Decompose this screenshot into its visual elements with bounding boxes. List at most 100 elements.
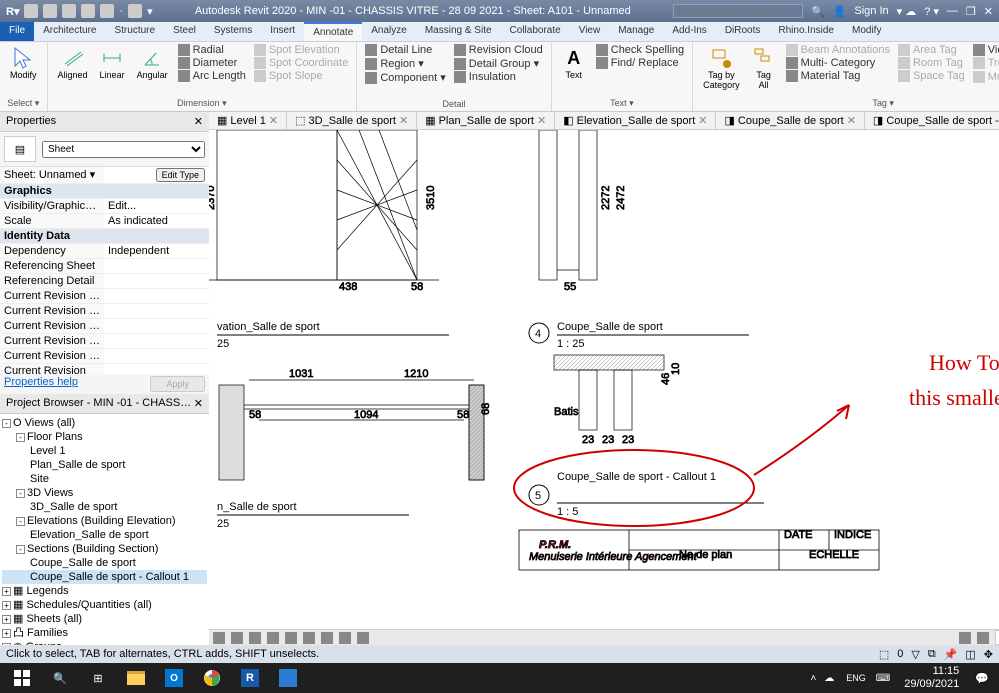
qat-measure-icon[interactable]: [128, 4, 142, 18]
infocenter-icon[interactable]: 🔍: [811, 5, 825, 18]
text-button[interactable]: AText: [558, 44, 590, 83]
prop-row[interactable]: Current Revision Des...: [0, 349, 209, 364]
tree-node[interactable]: Plan_Salle de sport: [2, 458, 207, 472]
tree-node[interactable]: Coupe_Salle de sport: [2, 556, 207, 570]
task-revit-icon[interactable]: R: [232, 664, 268, 692]
filter-icon[interactable]: ▽: [911, 648, 919, 661]
prop-row[interactable]: Current Revision Issu...: [0, 319, 209, 334]
edit-type-button[interactable]: Edit Type: [156, 168, 205, 182]
menu-tab-manage[interactable]: Manage: [609, 22, 663, 41]
help-search-input[interactable]: [673, 4, 803, 18]
find-replace-button[interactable]: Find/ Replace: [594, 57, 686, 69]
tag-all-button[interactable]: Tag All: [748, 44, 780, 93]
tree-node[interactable]: Level 1: [2, 444, 207, 458]
start-button[interactable]: [4, 664, 40, 692]
prop-row[interactable]: Current Revision Issu...: [0, 289, 209, 304]
task-view-icon[interactable]: ⊞: [80, 664, 116, 692]
tree-node[interactable]: +▦ Sheets (all): [2, 612, 207, 626]
window-minimize-icon[interactable]: —: [947, 5, 958, 17]
selection-count-icon[interactable]: ⬚: [879, 648, 889, 661]
task-outlook-icon[interactable]: O: [156, 664, 192, 692]
tree-node[interactable]: +▦ Legends: [2, 584, 207, 598]
multi-category-button[interactable]: Multi- Category: [784, 57, 892, 69]
signin-icon[interactable]: 👤: [833, 5, 847, 18]
tray-chevron-icon[interactable]: ˄: [810, 673, 816, 684]
tray-notifications-icon[interactable]: 💬: [969, 672, 995, 685]
drag-elements-icon[interactable]: ✥: [984, 648, 993, 661]
reveal-icon[interactable]: [357, 632, 369, 644]
type-selector-thumb[interactable]: ▤: [4, 136, 36, 162]
properties-close-icon[interactable]: ✕: [194, 115, 203, 128]
signin-label[interactable]: Sign In: [854, 5, 888, 17]
select-panel-label[interactable]: Select ▾: [6, 97, 41, 109]
view-reference-button[interactable]: View Reference: [971, 44, 999, 56]
menu-tab-massingsite[interactable]: Massing & Site: [416, 22, 501, 41]
text-panel-label[interactable]: Text ▾: [558, 97, 686, 109]
menu-tab-annotate[interactable]: Annotate: [304, 22, 362, 41]
window-restore-icon[interactable]: ❐: [966, 5, 976, 18]
task-chrome-icon[interactable]: [194, 664, 230, 692]
view-tab[interactable]: ◨Coupe_Salle de sport✕: [716, 112, 864, 129]
tray-keyboard-icon[interactable]: ⌨: [872, 673, 894, 684]
prop-row[interactable]: Current Revision Date: [0, 334, 209, 349]
tree-node[interactable]: Elevation_Salle de sport: [2, 528, 207, 542]
qat-print-icon[interactable]: [100, 4, 114, 18]
qat-save-icon[interactable]: [43, 4, 57, 18]
dimension-panel-label[interactable]: Dimension ▾: [54, 97, 351, 109]
project-browser[interactable]: -O Views (all)-Floor PlansLevel 1Plan_Sa…: [0, 414, 209, 645]
tab-close-icon[interactable]: ✕: [269, 114, 278, 127]
qat-redo-icon[interactable]: [81, 4, 95, 18]
task-explorer-icon[interactable]: [118, 664, 154, 692]
task-search-icon[interactable]: 🔍: [42, 664, 78, 692]
detail-line-button[interactable]: Detail Line: [363, 44, 447, 56]
detail-group-button[interactable]: Detail Group ▾: [452, 57, 545, 70]
view-tab[interactable]: ⬚3D_Salle de sport✕: [287, 112, 417, 129]
prop-row[interactable]: Current Revision: [0, 364, 209, 374]
check-spelling-button[interactable]: Check Spelling: [594, 44, 686, 56]
tree-node[interactable]: +◉ Groups: [2, 640, 207, 645]
tab-close-icon[interactable]: ✕: [537, 114, 546, 127]
tray-lang[interactable]: ENG: [842, 673, 870, 683]
instance-filter[interactable]: Sheet: Unnamed ▾Edit Type: [0, 167, 209, 184]
drawing-canvas[interactable]: 2370 3510 438 58 2272 2472 55 vation_Sal…: [209, 130, 999, 629]
menu-tab-steel[interactable]: Steel: [164, 22, 205, 41]
select-faces-icon[interactable]: ◫: [965, 648, 975, 661]
menu-tab-architecture[interactable]: Architecture: [34, 22, 105, 41]
angular-dim-button[interactable]: Angular: [133, 44, 172, 83]
menu-tab-systems[interactable]: Systems: [205, 22, 261, 41]
crop-icon[interactable]: [303, 632, 315, 644]
qat-open-icon[interactable]: [24, 4, 38, 18]
tray-cloud-icon[interactable]: ☁: [818, 673, 840, 684]
insulation-button[interactable]: Insulation: [452, 71, 545, 83]
help-icon[interactable]: ? ▾: [924, 5, 939, 18]
arc-length-button[interactable]: Arc Length: [176, 70, 248, 82]
diameter-dim-button[interactable]: Diameter: [176, 57, 248, 69]
prop-row[interactable]: Current Revision Issu...: [0, 304, 209, 319]
prop-row[interactable]: Visibility/Graphics O...Edit...: [0, 199, 209, 214]
qat-undo-icon[interactable]: [62, 4, 76, 18]
tree-node[interactable]: +▦ Schedules/Quantities (all): [2, 598, 207, 612]
tree-node[interactable]: -Floor Plans: [2, 430, 207, 444]
component-button[interactable]: Component ▾: [363, 71, 447, 84]
radial-dim-button[interactable]: Radial: [176, 44, 248, 56]
menu-tab-file[interactable]: File: [0, 22, 34, 41]
worksets-icon[interactable]: [959, 632, 971, 644]
prop-row[interactable]: Referencing Detail: [0, 274, 209, 289]
editing-requests-icon[interactable]: [977, 632, 989, 644]
task-app-icon[interactable]: [270, 664, 306, 692]
tab-close-icon[interactable]: ✕: [399, 114, 408, 127]
app-exchange-icon[interactable]: ▾ ☁: [897, 5, 917, 18]
tab-close-icon[interactable]: ✕: [847, 114, 856, 127]
tree-node[interactable]: Coupe_Salle de sport - Callout 1: [2, 570, 207, 584]
tag-by-category-button[interactable]: Tag by Category: [699, 44, 744, 93]
menu-tab-view[interactable]: View: [570, 22, 610, 41]
view-tab[interactable]: ◧Elevation_Salle de sport✕: [555, 112, 716, 129]
tree-node[interactable]: -O Views (all): [2, 416, 207, 430]
tree-node[interactable]: -Sections (Building Section): [2, 542, 207, 556]
menu-tab-modify[interactable]: Modify: [843, 22, 890, 41]
aligned-dim-button[interactable]: Aligned: [54, 44, 92, 83]
window-close-icon[interactable]: ✕: [984, 5, 993, 18]
tab-close-icon[interactable]: ✕: [698, 114, 707, 127]
tray-clock[interactable]: 11:1529/09/2021: [896, 665, 967, 691]
tree-node[interactable]: -3D Views: [2, 486, 207, 500]
